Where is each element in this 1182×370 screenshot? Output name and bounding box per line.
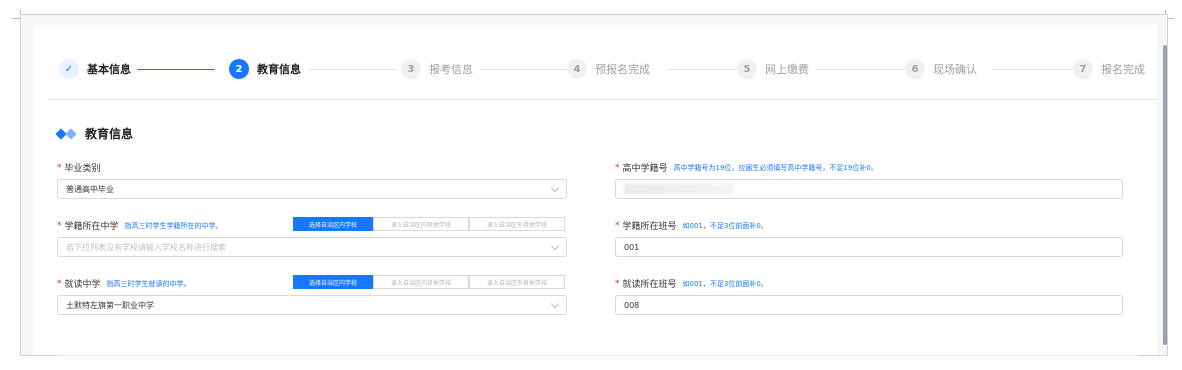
- field-label: 高中学籍号: [622, 164, 668, 174]
- option-other-out-region[interactable]: 录入自治区外其他学校: [469, 217, 565, 231]
- step-online-payment[interactable]: 5 网上缴费: [737, 59, 809, 79]
- step-label: 预报名完成: [595, 63, 650, 76]
- step-basic-info[interactable]: ✓ 基本信息: [59, 59, 131, 79]
- section-header: 教育信息: [55, 125, 134, 142]
- field-label: 就读中学: [64, 280, 101, 290]
- chevron-down-icon: [550, 241, 560, 251]
- option-in-region-school[interactable]: 选择自治区内学校: [293, 275, 373, 289]
- select-placeholder: 若下拉列表没有学校请输入学校名称进行搜索: [66, 242, 226, 252]
- step-complete[interactable]: 7 报名完成: [1073, 59, 1145, 79]
- step-label: 现场确认: [933, 63, 977, 76]
- step-number: 4: [567, 59, 587, 79]
- option-other-out-region[interactable]: 录入自治区外其他学校: [469, 275, 565, 289]
- step-label: 网上缴费: [765, 63, 809, 76]
- field-label: 学籍所在班号: [622, 222, 677, 232]
- step-education-info[interactable]: 2 教育信息: [229, 59, 301, 79]
- required-mark: *: [615, 220, 620, 231]
- select-value: 土默特左旗第一职业中学: [66, 300, 154, 310]
- step-number: 6: [905, 59, 925, 79]
- step-label: 报考信息: [429, 63, 473, 76]
- redacted-value: [624, 184, 734, 194]
- required-mark: *: [615, 278, 620, 289]
- step-number: 7: [1073, 59, 1093, 79]
- step-apply-info[interactable]: 3 报考信息: [401, 59, 473, 79]
- student-no-field: * 高中学籍号 高中学籍号为19位，应届生必须填写高中学籍号，不足19位补0。: [615, 161, 878, 175]
- step-pre-registration[interactable]: 4 预报名完成: [567, 59, 650, 79]
- section-divider: [57, 355, 1139, 356]
- step-connector: [309, 69, 397, 70]
- required-mark: *: [57, 278, 62, 289]
- check-icon: ✓: [59, 59, 79, 79]
- graduation-type-field: * 毕业类别: [57, 161, 101, 175]
- step-connector: [137, 69, 215, 70]
- required-mark: *: [57, 220, 62, 231]
- option-other-in-region[interactable]: 录入自治区内其他学校: [373, 275, 469, 289]
- field-label: 学籍所在中学: [64, 222, 119, 232]
- field-hint: 如001，不足3位前面补0。: [682, 279, 768, 288]
- field-hint: 指高三时学生就读的中学。: [106, 279, 191, 288]
- field-hint: 指高三时学生学籍所在的中学。: [124, 221, 223, 230]
- record-class-field: * 学籍所在班号 如001，不足3位前面补0。: [615, 219, 768, 233]
- required-mark: *: [57, 162, 62, 173]
- graduation-type-select[interactable]: 普通高中毕业: [57, 179, 567, 199]
- page-frame: ✓ 基本信息 2 教育信息 3 报考信息 4 预报名完成 5 网上缴费 6 现场…: [20, 14, 1168, 356]
- student-no-input[interactable]: [615, 179, 1123, 199]
- step-number: 5: [737, 59, 757, 79]
- scrollbar[interactable]: [1163, 45, 1167, 345]
- step-connector: [817, 69, 911, 70]
- step-number: 3: [401, 59, 421, 79]
- progress-steps: ✓ 基本信息 2 教育信息 3 报考信息 4 预报名完成 5 网上缴费 6 现场…: [47, 25, 1159, 100]
- option-in-region-school[interactable]: 选择自治区内学校: [293, 217, 373, 231]
- school-attended-field: * 就读中学 指高三时学生就读的中学。: [57, 277, 191, 291]
- option-other-in-region[interactable]: 录入自治区内其他学校: [373, 217, 469, 231]
- step-label: 基本信息: [87, 63, 131, 76]
- field-label: 毕业类别: [64, 164, 101, 174]
- school-of-record-source-toggle: 选择自治区内学校 录入自治区内其他学校 录入自治区外其他学校: [293, 217, 565, 231]
- school-of-record-select[interactable]: 若下拉列表没有学校请输入学校名称进行搜索: [57, 237, 567, 257]
- field-hint: 高中学籍号为19位，应届生必须填写高中学籍号，不足19位补0。: [673, 163, 878, 172]
- chevron-down-icon: [550, 183, 560, 193]
- school-attended-select[interactable]: 土默特左旗第一职业中学: [57, 295, 567, 315]
- step-connector: [667, 69, 739, 70]
- field-hint: 如001，不足3位前面补0。: [682, 221, 768, 230]
- step-onsite-confirm[interactable]: 6 现场确认: [905, 59, 977, 79]
- section-title: 教育信息: [85, 127, 134, 141]
- school-of-record-field: * 学籍所在中学 指高三时学生学籍所在的中学。: [57, 219, 223, 233]
- input-value: 001: [624, 242, 640, 252]
- step-number: 2: [229, 59, 249, 79]
- field-label: 就读所在班号: [622, 280, 677, 290]
- chevron-down-icon: [550, 299, 560, 309]
- attended-class-field: * 就读所在班号 如001，不足3位前面补0。: [615, 277, 768, 291]
- school-attended-source-toggle: 选择自治区内学校 录入自治区内其他学校 录入自治区外其他学校: [293, 275, 565, 289]
- step-label: 报名完成: [1101, 63, 1145, 76]
- record-class-input[interactable]: 001: [615, 237, 1123, 257]
- input-value: 008: [624, 300, 640, 310]
- required-mark: *: [615, 162, 620, 173]
- diamond-icon: [65, 127, 77, 140]
- step-label: 教育信息: [257, 63, 301, 76]
- step-connector: [991, 69, 1079, 70]
- select-value: 普通高中毕业: [66, 184, 114, 194]
- form-panel: ✓ 基本信息 2 教育信息 3 报考信息 4 预报名完成 5 网上缴费 6 现场…: [33, 25, 1159, 356]
- attended-class-input[interactable]: 008: [615, 295, 1123, 315]
- step-connector: [481, 69, 571, 70]
